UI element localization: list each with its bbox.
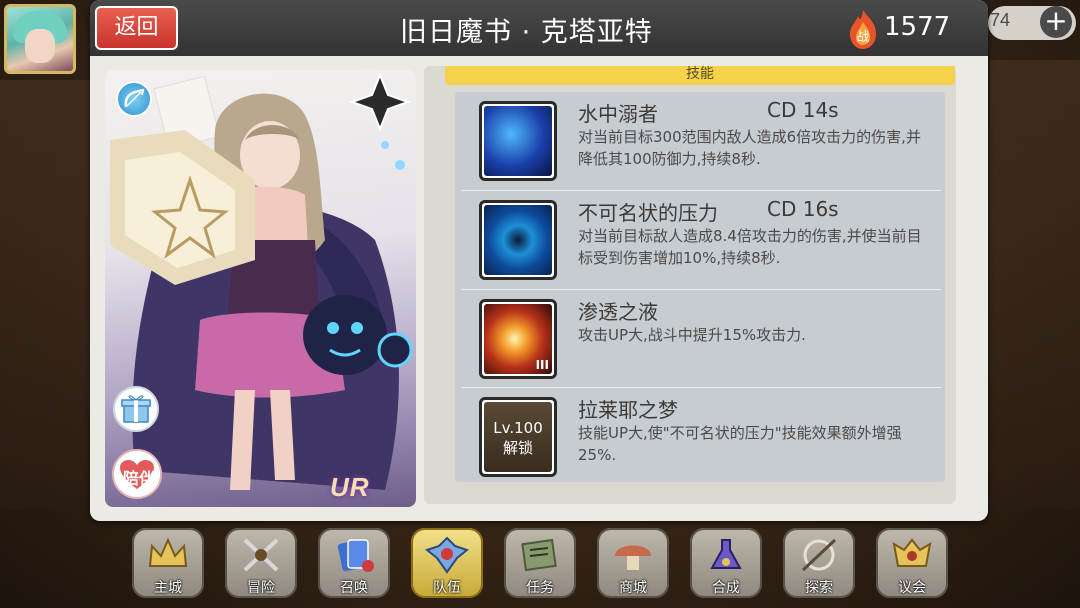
lock-text: Lv.100 解锁 <box>484 418 552 458</box>
lock-label: 解锁 <box>502 439 533 457</box>
add-currency-button[interactable]: + <box>1040 6 1072 38</box>
team-emblem-icon <box>425 536 469 574</box>
companion-label: 陪伴 <box>122 469 155 488</box>
rarity-badge: UR <box>330 472 370 502</box>
skill-row[interactable]: Lv.100 解锁 拉莱耶之梦 技能UP大,使"不可名状的压力"技能效果额外增强… <box>461 388 941 484</box>
background-shelf-left <box>0 80 90 510</box>
currency-value: 74 <box>990 10 1011 30</box>
skill-name: 不可名状的压力 <box>578 201 718 225</box>
character-card[interactable] <box>105 70 416 507</box>
skill-cooldown: CD 16s <box>767 197 839 221</box>
nav-label: 任务 <box>526 580 554 596</box>
mushroom-shop-icon <box>615 545 651 570</box>
slash-skill-icon: III <box>479 299 557 379</box>
skill-name: 水中溺者 <box>578 102 658 126</box>
locked-skill-icon: Lv.100 解锁 <box>479 397 557 477</box>
nav-explore[interactable]: 探索 <box>783 528 855 598</box>
cards-icon <box>337 539 374 572</box>
nav-label: 探索 <box>805 580 833 596</box>
bow-icon[interactable] <box>116 81 152 117</box>
nav-label: 议会 <box>898 580 926 596</box>
nav-main-city[interactable]: 主城 <box>132 528 204 598</box>
nav-label: 队伍 <box>433 580 461 596</box>
skills-header: 技能 <box>445 66 955 85</box>
character-illustration <box>110 72 413 490</box>
council-crest-icon <box>892 538 932 567</box>
nav-council[interactable]: 议会 <box>876 528 948 598</box>
compass-icon <box>801 538 837 572</box>
nav-summon[interactable]: 召唤 <box>318 528 390 598</box>
nav-label: 商城 <box>619 580 647 596</box>
nav-label: 主城 <box>154 580 182 596</box>
skill-cooldown: CD 14s <box>767 98 839 122</box>
nav-adventure[interactable]: 冒险 <box>225 528 297 598</box>
lock-level: Lv.100 <box>493 419 543 437</box>
vortex-skill-icon <box>479 200 557 280</box>
nav-label: 冒险 <box>247 580 275 596</box>
power-value: 1577 <box>884 12 951 42</box>
bow-glyph <box>124 88 145 108</box>
skill-level-mark: III <box>535 358 549 372</box>
scroll-icon <box>521 538 557 572</box>
nav-label: 合成 <box>712 580 740 596</box>
nav-shop[interactable]: 商城 <box>597 528 669 598</box>
companion-button[interactable]: 陪伴 <box>112 449 162 499</box>
nav-team[interactable]: 队伍 <box>411 528 483 598</box>
skill-description: 攻击UP大,战斗中提升15%攻击力. <box>578 326 806 344</box>
player-avatar[interactable] <box>4 4 76 74</box>
power-badge-label: 战 <box>856 30 869 45</box>
skill-row[interactable]: 水中溺者 CD 14s 对当前目标300范围内敌人造成6倍攻击力的伤害,并降低其… <box>461 92 941 188</box>
skill-row[interactable]: III 渗透之液 攻击UP大,战斗中提升15%攻击力. <box>461 290 941 386</box>
nav-synthesis[interactable]: 合成 <box>690 528 762 598</box>
skill-row[interactable]: 不可名状的压力 CD 16s 对当前目标敌人造成8.4倍攻击力的伤害,并使当前目… <box>461 191 941 287</box>
background-shelf-right <box>990 60 1080 510</box>
avatar-face <box>25 29 55 63</box>
skill-description: 对当前目标敌人造成8.4倍攻击力的伤害,并使当前目标受到伤害增加10%,持续8秒… <box>578 227 922 267</box>
tentacle-skill-icon <box>479 101 557 181</box>
crossed-swords-icon <box>243 538 279 572</box>
nav-label: 召唤 <box>340 580 368 596</box>
skill-description: 对当前目标300范围内敌人造成6倍攻击力的伤害,并降低其100防御力,持续8秒. <box>578 128 921 168</box>
nav-quest[interactable]: 任务 <box>504 528 576 598</box>
skill-name: 拉莱耶之梦 <box>578 398 678 422</box>
gift-icon <box>121 395 151 423</box>
skill-name: 渗透之液 <box>578 300 658 324</box>
skill-description: 技能UP大,使"不可名状的压力"技能效果额外增强25%. <box>578 424 902 464</box>
alchemy-icon <box>710 539 742 569</box>
gift-button[interactable] <box>113 386 159 432</box>
back-button[interactable]: 返回 <box>95 6 178 50</box>
crown-icon <box>148 537 188 567</box>
page-title: 旧日魔书 · 克塔亚特 <box>400 17 653 48</box>
power-flame-icon: 战 <box>850 10 876 49</box>
